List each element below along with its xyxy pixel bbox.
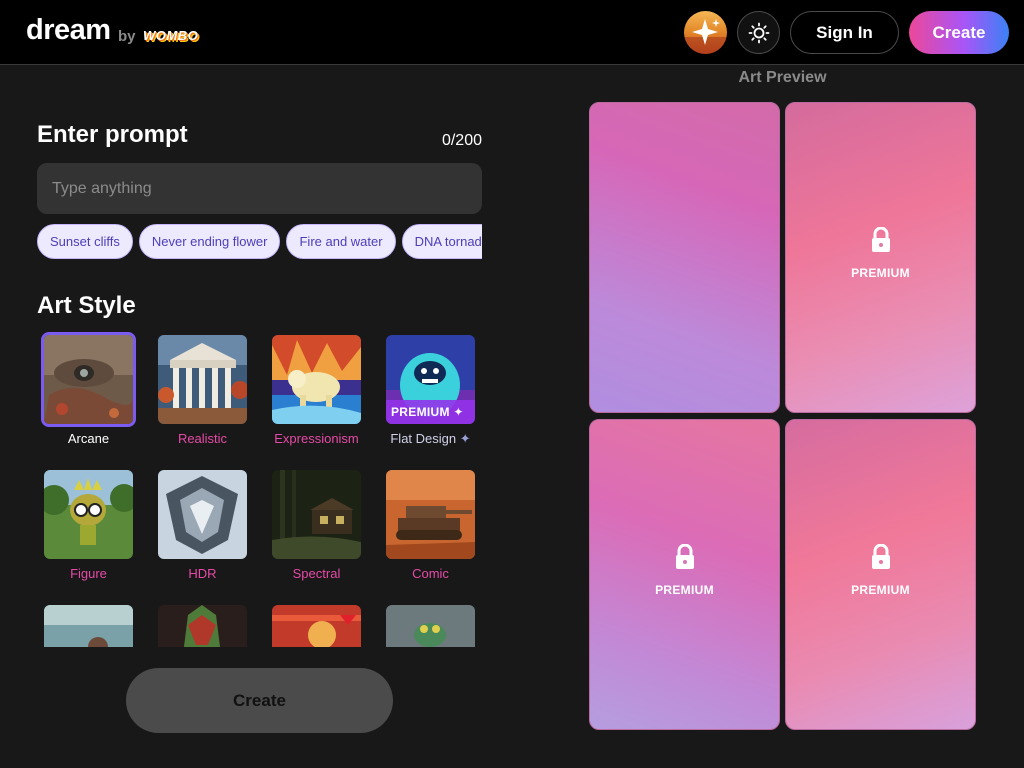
by-text: by [118,28,136,45]
style-label: Flat Design ✦ [390,431,471,446]
style-thumbnail [44,605,133,647]
preview-card-premium[interactable]: PREMIUM [589,419,780,730]
style-option-arcane[interactable]: Arcane [37,330,137,450]
style-thumbnail [386,470,475,559]
style-thumbnail [41,332,136,427]
style-label: HDR [188,566,217,581]
lock-icon [786,543,975,575]
sparkle-icon: ✦ [459,431,471,446]
premium-label: PREMIUM [851,266,910,280]
sun-icon [748,22,770,44]
style-thumbnail [158,335,247,424]
create-button[interactable]: Create [126,668,393,733]
style-option-comic[interactable]: Comic [379,465,479,585]
style-thumbnail [386,605,475,647]
dream-logo[interactable]: dream [26,14,111,47]
style-thumbnail [272,335,361,424]
sign-in-button[interactable]: Sign In [790,11,899,54]
art-style-grid: Arcane Realistic Expressionism PREMIUM ✦… [37,330,487,647]
sparkle-avatar-icon[interactable] [684,11,727,54]
art-style-heading: Art Style [37,292,136,319]
suggestion-chip[interactable]: Never ending flower [138,224,281,259]
style-option-figure[interactable]: Figure [37,465,137,585]
style-option-spectral[interactable]: Spectral [265,465,365,585]
style-label: Arcane [67,431,110,446]
style-label: Comic [412,566,449,581]
style-option-hdr[interactable]: HDR [151,465,251,585]
style-thumbnail [272,605,361,647]
lock-icon [786,226,975,258]
suggestion-chip[interactable]: Sunset cliffs [37,224,133,259]
style-option-row3-2[interactable] [151,600,251,647]
suggestion-chip[interactable]: DNA tornado [401,224,482,259]
style-option-realistic[interactable]: Realistic [151,330,251,450]
preview-card-premium[interactable]: PREMIUM [785,419,976,730]
style-thumbnail: PREMIUM ✦ [386,335,475,424]
style-thumbnail [158,605,247,647]
style-thumbnail [272,470,361,559]
character-counter: 0/200 [441,132,482,149]
preview-card[interactable] [589,102,780,413]
premium-label: PREMIUM [655,583,714,597]
style-thumbnail [44,470,133,559]
theme-toggle-button[interactable] [737,11,780,54]
style-option-row3-4[interactable] [379,600,479,647]
lock-icon [590,543,779,575]
style-option-flat-design[interactable]: PREMIUM ✦ Flat Design ✦ [379,330,479,450]
style-option-row3-3[interactable] [265,600,365,647]
wombo-logo[interactable]: WOMBO [143,28,198,43]
top-bar: dream by WOMBO Sign In Create [0,0,1024,65]
style-option-expressionism[interactable]: Expressionism [265,330,365,450]
preview-card-premium[interactable]: PREMIUM [785,102,976,413]
style-label: Realistic [177,431,228,446]
premium-badge: PREMIUM ✦ [386,400,475,424]
prompt-suggestions: Sunset cliffs Never ending flower Fire and… [37,224,482,260]
style-label: Expressionism [274,431,359,446]
prompt-heading: Enter prompt [37,121,188,148]
style-option-row3-1[interactable] [37,600,137,647]
style-label: Spectral [292,566,341,581]
premium-label: PREMIUM [851,583,910,597]
create-header-button[interactable]: Create [909,11,1009,54]
suggestion-chip[interactable]: Fire and water [286,224,396,259]
prompt-input[interactable] [37,163,482,214]
style-thumbnail [158,470,247,559]
style-label: Figure [70,566,107,581]
art-preview-heading: Art Preview [738,69,827,86]
